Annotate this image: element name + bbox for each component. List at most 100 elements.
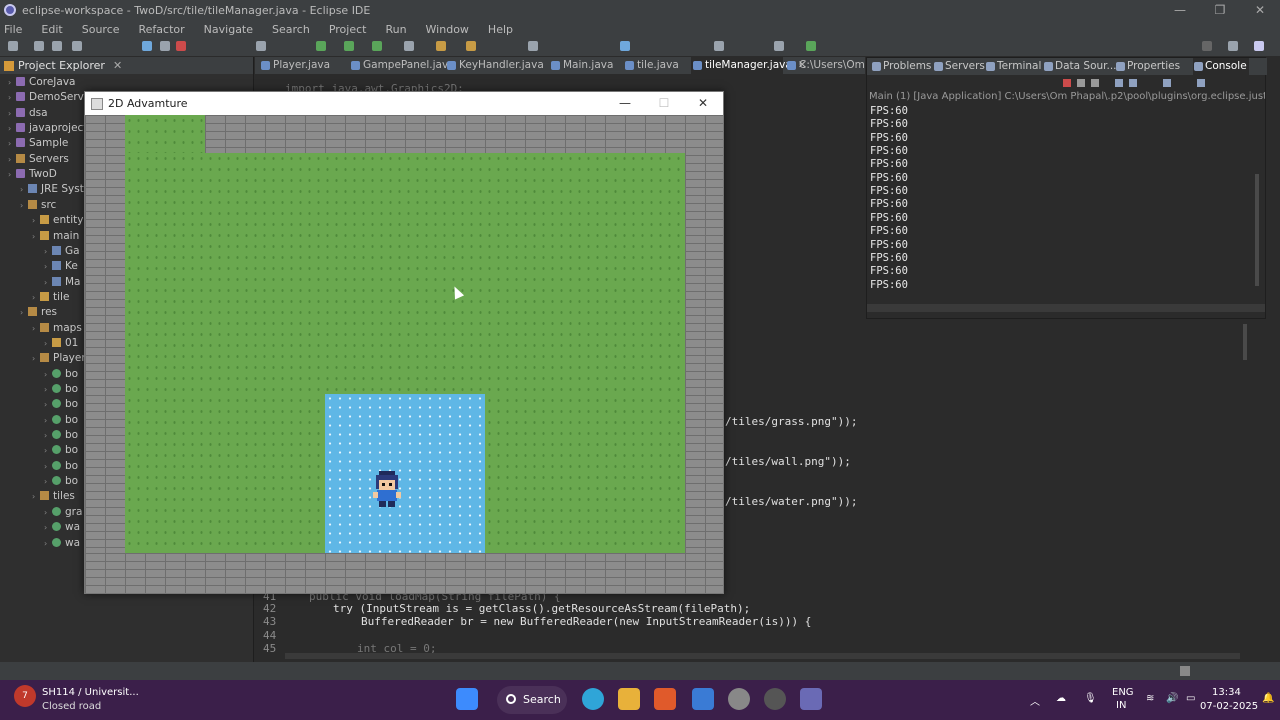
- onedrive-icon[interactable]: ☁: [1056, 693, 1066, 704]
- tree-item[interactable]: › CoreJava: [8, 75, 75, 90]
- tree-item[interactable]: › Ke: [44, 259, 78, 274]
- expand-arrow-icon[interactable]: ›: [44, 275, 52, 290]
- menu-run[interactable]: Run: [385, 23, 406, 36]
- package-icon[interactable]: [466, 41, 476, 51]
- web-icon[interactable]: [620, 41, 630, 51]
- tray-chevron-icon[interactable]: ︿: [1030, 693, 1040, 708]
- eclipse-taskbar-icon[interactable]: [800, 688, 822, 710]
- expand-arrow-icon[interactable]: ›: [44, 397, 52, 412]
- chrome-icon[interactable]: [764, 688, 786, 710]
- tab-data-source[interactable]: Data Sour...: [1043, 58, 1117, 75]
- brave-icon[interactable]: [654, 688, 676, 710]
- game-minimize-button[interactable]: —: [605, 92, 645, 115]
- language-code[interactable]: ENG: [1112, 687, 1134, 698]
- expand-arrow-icon[interactable]: ›: [44, 367, 52, 382]
- tree-item[interactable]: › Ga: [44, 244, 80, 259]
- game-canvas[interactable]: [85, 115, 723, 593]
- open-console-icon[interactable]: [1197, 79, 1205, 87]
- step-icon[interactable]: [256, 41, 266, 51]
- microphone-icon[interactable]: 🎙: [1084, 693, 1097, 704]
- menu-source[interactable]: Source: [82, 23, 120, 36]
- settings-icon[interactable]: [728, 688, 750, 710]
- tree-item[interactable]: › 01: [44, 336, 78, 351]
- expand-arrow-icon[interactable]: ›: [8, 106, 16, 121]
- expand-arrow-icon[interactable]: ›: [44, 413, 52, 428]
- expand-arrow-icon[interactable]: ›: [44, 459, 52, 474]
- tree-item[interactable]: › bo: [44, 459, 78, 474]
- tree-item[interactable]: › entity: [32, 213, 83, 228]
- editor-hscrollbar[interactable]: [285, 653, 1240, 659]
- game-maximize-button[interactable]: ☐: [644, 92, 684, 115]
- game-window-title-bar[interactable]: 2D Advamture — ☐ ✕: [85, 92, 723, 115]
- expand-arrow-icon[interactable]: ›: [8, 75, 16, 90]
- console-hscrollbar[interactable]: [867, 304, 1265, 312]
- expand-arrow-icon[interactable]: ›: [32, 489, 40, 504]
- volume-icon[interactable]: 🔊: [1166, 693, 1178, 704]
- expand-arrow-icon[interactable]: ›: [44, 259, 52, 274]
- tree-item[interactable]: › bo: [44, 413, 78, 428]
- tab-console[interactable]: Console: [1193, 58, 1249, 75]
- vscode-icon[interactable]: [692, 688, 714, 710]
- tree-item[interactable]: › Servers: [8, 152, 69, 167]
- tree-item[interactable]: › bo: [44, 367, 78, 382]
- tree-item[interactable]: › bo: [44, 397, 78, 412]
- java-perspective-icon[interactable]: [1254, 41, 1264, 51]
- tree-item[interactable]: › Ma: [44, 275, 81, 290]
- tab-keyhandler-java[interactable]: KeyHandler.java: [445, 57, 544, 74]
- tree-item[interactable]: › bo: [44, 382, 78, 397]
- menu-edit[interactable]: Edit: [41, 23, 62, 36]
- expand-arrow-icon[interactable]: ›: [44, 336, 52, 351]
- clock-time[interactable]: 13:34: [1212, 687, 1241, 698]
- tree-item[interactable]: › src: [20, 198, 56, 213]
- expand-arrow-icon[interactable]: ›: [32, 290, 40, 305]
- clear-console-icon[interactable]: [1115, 79, 1123, 87]
- tree-item[interactable]: › Player: [32, 351, 86, 366]
- tab-terminal[interactable]: Terminal: [985, 58, 1041, 75]
- pin-console-icon[interactable]: [1163, 79, 1171, 87]
- tab-player-java[interactable]: Player.java: [259, 57, 330, 74]
- expand-arrow-icon[interactable]: ›: [32, 351, 40, 366]
- new-java-icon[interactable]: [404, 41, 414, 51]
- expand-arrow-icon[interactable]: ›: [8, 121, 16, 136]
- minimize-button[interactable]: —: [1160, 0, 1200, 20]
- menu-help[interactable]: Help: [488, 23, 513, 36]
- edge-icon[interactable]: [582, 688, 604, 710]
- expand-arrow-icon[interactable]: ›: [32, 213, 40, 228]
- game-window[interactable]: 2D Advamture — ☐ ✕: [84, 91, 724, 594]
- project-explorer-header[interactable]: Project Explorer ✕: [0, 57, 253, 74]
- wifi-icon[interactable]: ≋: [1146, 693, 1154, 704]
- search-quick-icon[interactable]: [1202, 41, 1212, 51]
- expand-arrow-icon[interactable]: ›: [44, 244, 52, 259]
- debug-icon[interactable]: [142, 41, 152, 51]
- open-type-icon[interactable]: [436, 41, 446, 51]
- expand-arrow-icon[interactable]: ›: [44, 443, 52, 458]
- expand-arrow-icon[interactable]: ›: [20, 198, 28, 213]
- tab-problems[interactable]: Problems: [871, 58, 931, 75]
- remove-launch-icon[interactable]: [1077, 79, 1085, 87]
- tree-item[interactable]: › bo: [44, 474, 78, 489]
- tree-item[interactable]: › wa: [44, 520, 80, 535]
- tree-item[interactable]: › DemoServel: [8, 90, 93, 105]
- close-explorer-icon[interactable]: ✕: [113, 59, 122, 72]
- coverage-icon[interactable]: [372, 41, 382, 51]
- tree-item[interactable]: › wa: [44, 536, 80, 551]
- menu-navigate[interactable]: Navigate: [204, 23, 253, 36]
- tree-item[interactable]: › bo: [44, 428, 78, 443]
- tree-item[interactable]: › dsa: [8, 106, 48, 121]
- undo-icon[interactable]: [72, 41, 82, 51]
- tab-tilemanager-java[interactable]: tileManager.java ✕: [691, 57, 807, 74]
- tree-item[interactable]: › tile: [32, 290, 69, 305]
- save-all-icon[interactable]: [52, 41, 62, 51]
- taskbar-search[interactable]: Search: [497, 686, 567, 714]
- menu-project[interactable]: Project: [329, 23, 367, 36]
- terminate-icon[interactable]: [176, 41, 186, 51]
- tree-item[interactable]: › TwoD: [8, 167, 57, 182]
- console-scrollbar[interactable]: [1255, 174, 1259, 286]
- tab-tile-java[interactable]: tile.java: [623, 57, 679, 74]
- scroll-lock-icon[interactable]: [1129, 79, 1137, 87]
- editor-scrollbar[interactable]: [1243, 324, 1247, 360]
- run-config-icon[interactable]: [344, 41, 354, 51]
- expand-arrow-icon[interactable]: ›: [44, 520, 52, 535]
- expand-arrow-icon[interactable]: ›: [8, 90, 16, 105]
- tab-servers[interactable]: Servers: [933, 58, 985, 75]
